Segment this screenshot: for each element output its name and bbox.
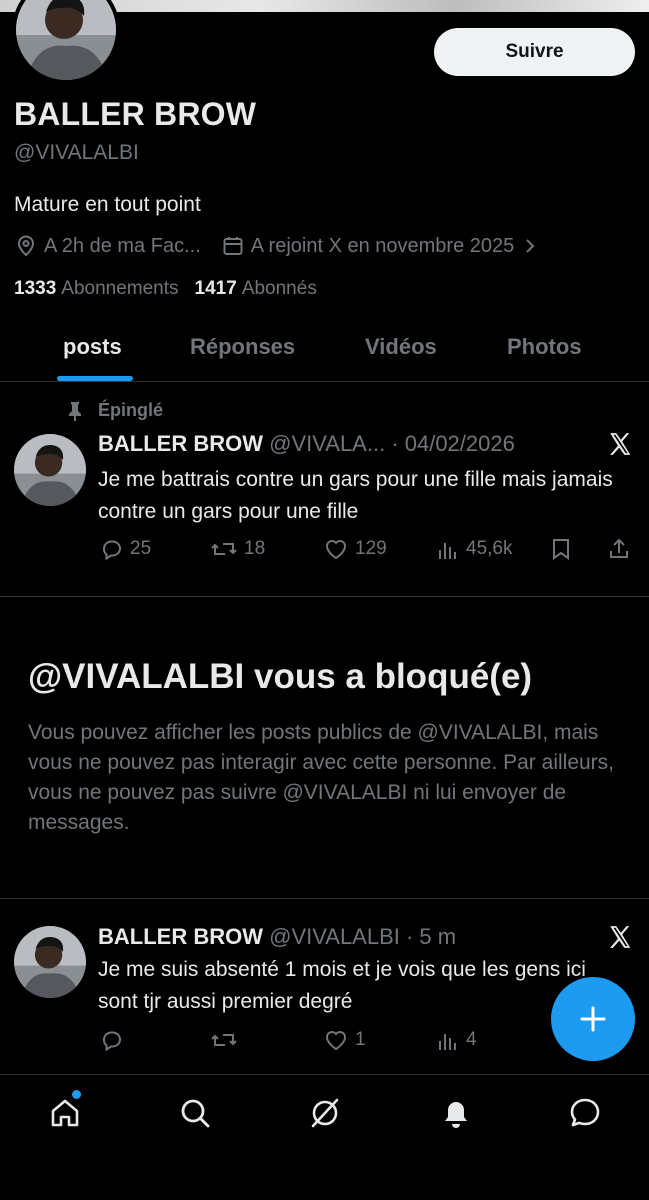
compose-plus-icon	[580, 1006, 606, 1032]
profile-handle: @VIVALALBI	[14, 141, 139, 164]
tweet-avatar[interactable]	[14, 434, 86, 506]
pinned-label: Épinglé	[66, 400, 163, 421]
tweet-actions: 25 18 129 45,6k	[98, 537, 638, 567]
divider	[0, 596, 649, 597]
tweet-text: Je me suis absenté 1 mois et je vois que…	[98, 958, 586, 1013]
views-icon	[439, 543, 456, 559]
tweet-handle-time: @VIVALA... · 04/02/2026	[269, 431, 515, 456]
blocked-title: @VIVALALBI vous a bloqué(e)	[28, 657, 533, 696]
tweet-author[interactable]: BALLER BROW	[98, 431, 263, 456]
active-tab-indicator	[57, 376, 133, 381]
tweet-header: BALLER BROW @VIVALALBI · 5 m	[98, 924, 456, 950]
divider	[0, 898, 649, 899]
tweet-text: Je me battrais contre un gars pour une f…	[98, 468, 613, 523]
grok-icon	[311, 1098, 339, 1128]
chevron-right-icon[interactable]	[518, 234, 542, 258]
views-icon	[439, 1034, 456, 1050]
nav-notifications[interactable]	[436, 1093, 476, 1133]
like-button[interactable]: 129	[323, 537, 387, 561]
repost-icon	[211, 543, 237, 555]
x-logo-icon	[610, 926, 631, 948]
reply-icon	[102, 540, 121, 561]
profile-joined: A rejoint X en novembre 2025	[250, 234, 515, 257]
reply-icon	[102, 1031, 121, 1052]
following-link[interactable]: 1333 Abonnements	[14, 278, 179, 300]
share-button[interactable]	[608, 537, 636, 561]
nav-search[interactable]	[175, 1093, 215, 1133]
share-icon	[610, 538, 628, 558]
nav-home[interactable]	[45, 1093, 85, 1133]
nav-messages[interactable]	[565, 1093, 605, 1133]
tab-videos[interactable]: Vidéos	[365, 334, 437, 360]
bookmark-icon	[553, 539, 569, 560]
profile-avatar[interactable]	[12, 0, 120, 84]
reply-button[interactable]: 25	[100, 537, 151, 561]
tab-photos[interactable]: Photos	[507, 334, 582, 360]
profile-location: A 2h de ma Fac...	[44, 234, 201, 257]
views-button[interactable]: 4	[436, 1028, 477, 1052]
views-button[interactable]: 45,6k	[436, 537, 512, 561]
bookmark-button[interactable]	[550, 537, 578, 561]
tab-posts[interactable]: posts	[63, 334, 122, 360]
nav-grok[interactable]	[305, 1093, 345, 1133]
x-logo-icon	[610, 433, 631, 455]
notifications-icon	[445, 1102, 467, 1128]
profile-name: BALLER BROW	[14, 96, 257, 132]
repost-icon	[211, 1034, 237, 1046]
search-icon	[181, 1099, 210, 1128]
tweet-handle-time: @VIVALALBI · 5 m	[269, 924, 457, 949]
tab-replies[interactable]: Réponses	[190, 334, 295, 360]
follow-button[interactable]: Suivre	[434, 28, 635, 76]
tweet-author[interactable]: BALLER BROW	[98, 924, 263, 949]
follow-counts: 1333 Abonnements 1417 Abonnés	[14, 278, 317, 300]
tweet-avatar[interactable]	[14, 926, 86, 998]
repost-button[interactable]	[210, 1028, 244, 1052]
repost-button[interactable]: 18	[210, 537, 265, 561]
profile-bio: Mature en tout point	[14, 193, 201, 216]
pin-icon	[69, 401, 81, 421]
calendar-icon	[221, 234, 245, 258]
profile-tabs: posts Réponses Vidéos Photos	[0, 324, 649, 382]
home-icon	[51, 1099, 79, 1127]
home-notification-dot	[72, 1090, 81, 1099]
bottom-nav	[0, 1074, 649, 1200]
blocked-description: Vous pouvez afficher les posts publics d…	[28, 721, 615, 834]
like-icon	[325, 1031, 347, 1051]
profile-meta: A 2h de ma Fac... A rejoint X en novembr…	[14, 232, 548, 260]
messages-icon	[570, 1098, 600, 1127]
like-button[interactable]: 1	[323, 1028, 366, 1052]
location-icon	[14, 234, 38, 258]
followers-link[interactable]: 1417 Abonnés	[195, 278, 317, 300]
tweet-header: BALLER BROW @VIVALA... · 04/02/2026	[98, 431, 515, 457]
like-icon	[325, 540, 347, 560]
reply-button[interactable]	[100, 1028, 130, 1052]
compose-button[interactable]	[551, 977, 635, 1061]
